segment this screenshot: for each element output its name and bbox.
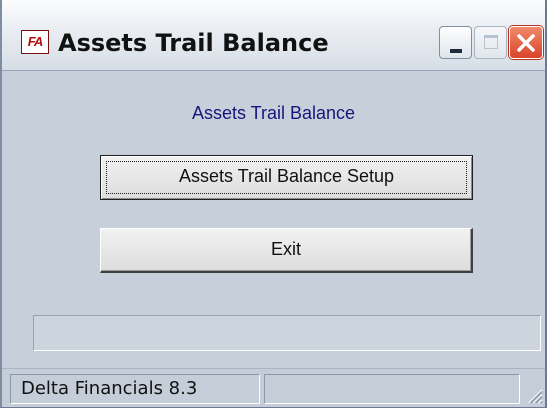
app-window: FA Assets Trail Balance Assets Trail Bal… [0,0,547,408]
exit-button[interactable]: Exit [100,228,473,273]
close-icon [517,34,535,52]
minimize-button[interactable] [439,26,472,59]
resize-grip-icon[interactable] [523,384,543,404]
exit-button-label: Exit [270,239,301,259]
page-heading: Assets Trail Balance [191,103,356,123]
assets-trail-balance-setup-button[interactable]: Assets Trail Balance Setup [100,155,473,200]
close-button[interactable] [509,26,543,59]
status-version: Delta Financials 8.3 [10,374,260,404]
status-bar: Delta Financials 8.3 [2,368,545,407]
progress-bar [33,315,541,351]
window-title: Assets Trail Balance [58,29,329,57]
title-bar[interactable]: FA Assets Trail Balance [2,0,545,71]
maximize-button[interactable] [474,26,507,59]
setup-button-label: Assets Trail Balance Setup [178,166,395,186]
status-secondary [264,374,520,404]
app-fa-icon[interactable]: FA [21,30,49,54]
